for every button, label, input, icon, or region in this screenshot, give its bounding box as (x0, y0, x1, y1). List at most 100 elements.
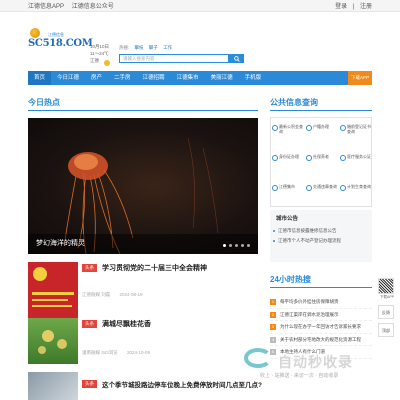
service-label: 社保养老 (313, 154, 329, 159)
divider (270, 110, 372, 111)
search-button[interactable] (229, 54, 244, 63)
register-link[interactable]: 注册 (360, 4, 372, 10)
wechat-link[interactable]: 江德信息公众号 (72, 4, 114, 10)
news-source: 江德融媒 刘磊 (82, 292, 111, 297)
notice-item[interactable]: 江德市信息披露维修信息公告 (270, 226, 372, 236)
account-links: 登录 | 注册 (331, 1, 372, 10)
rank-badge: 2 (270, 311, 276, 318)
slider-dot[interactable] (229, 244, 232, 247)
slider-dot[interactable] (241, 244, 244, 247)
weather-date: 10月10日 (90, 44, 110, 49)
nav-market[interactable]: 江德集市 (171, 71, 205, 85)
service-item[interactable]: 交通违章查询 (305, 178, 339, 206)
search-area: 热搜: 攀枝 攀子 工作 请输入搜索内容 (119, 45, 244, 63)
news-item[interactable]: 头条 满城尽飘桂花香 潼南融媒 343浏览 2024-10-09 (28, 318, 268, 368)
service-item[interactable]: 户籍办理 (305, 118, 339, 146)
news-item[interactable]: 头条 这个季节城投路边停车位晚上免费停放时间几点至几点? (28, 372, 268, 400)
weather-widget: 10月10日 11～24℃ 江德 (90, 43, 110, 66)
nav-today[interactable]: 今日江德 (51, 71, 85, 85)
hot-item[interactable]: 3 为什么现在办学一年回访才告诉家长要求 (270, 321, 372, 334)
service-icon (272, 185, 278, 191)
hot-item-text: 江德江渠岸在调水泥治理展示 (280, 311, 339, 317)
service-item[interactable]: 身份证办理 (271, 148, 305, 176)
notice-item[interactable]: 江德市个人不动产登记办理流程 (270, 236, 372, 246)
hot-keywords: 热搜: 攀枝 攀子 工作 (119, 45, 244, 51)
public-info-title: 公共信息查询 (270, 98, 318, 107)
slider-dot[interactable] (235, 244, 238, 247)
news-meta: 潼南融媒 343浏览 2024-10-09 (82, 350, 158, 356)
service-item[interactable]: 社保养老 (305, 148, 339, 176)
feedback-button[interactable]: 反馈 (378, 305, 394, 319)
top-links: 江德信息APP 江德信息公众号 (28, 1, 120, 10)
qr-code-icon (378, 278, 394, 294)
news-meta: 江德融媒 刘磊 2024-08-19 (82, 292, 151, 298)
news-tag: 头条 (82, 264, 97, 272)
hot-item-text: 每平均多价外挂住房保障胡贵 (280, 299, 339, 304)
logo-name: SC518.COM (28, 38, 93, 49)
service-icon (272, 155, 278, 161)
download-app-button[interactable]: 下载APP (348, 71, 372, 85)
nav-jobs[interactable]: 江德招聘 (137, 71, 171, 85)
flower-image (38, 330, 67, 354)
news-title[interactable]: 学习贯彻党的二十届三中全会精神 (102, 263, 207, 273)
service-item[interactable]: 江德集市 (271, 178, 305, 206)
nav-second-hand[interactable]: 二手房 (108, 71, 137, 85)
news-thumbnail (28, 262, 78, 318)
service-icon (306, 185, 312, 191)
hot-keywords-label: 热搜: (119, 45, 130, 50)
nav-house[interactable]: 房产 (85, 71, 108, 85)
floating-toolbar: 下载APP 反馈 顶部 (378, 278, 396, 341)
sun-icon (104, 60, 110, 66)
news-title[interactable]: 满城尽飘桂花香 (102, 319, 151, 329)
slider-dots (220, 244, 250, 247)
service-icon (340, 125, 346, 131)
hot-item[interactable]: 2 江德江渠岸在调水泥治理展示 (270, 309, 372, 321)
news-item[interactable]: 头条 学习贯彻党的二十届三中全会精神 江德融媒 刘磊 2024-08-19 (28, 262, 268, 320)
hot-keyword[interactable]: 攀枝 (135, 45, 144, 50)
nav-mobile[interactable]: 手机版 (239, 71, 268, 85)
nav-home[interactable]: 首页 (28, 71, 52, 85)
news-source: 潼南融媒 343浏览 (82, 350, 118, 355)
service-icon (340, 155, 346, 161)
news-tag: 头条 (82, 320, 97, 328)
divider (270, 287, 372, 288)
app-link[interactable]: 江德信息APP (28, 4, 64, 10)
logo-icon (30, 28, 40, 38)
hot-item-text: 为什么现在办学一年回访才告诉家长要求 (280, 324, 361, 329)
service-label: 婚前登记证书查询 (347, 124, 371, 134)
service-label: 最新公积金查询 (279, 124, 303, 134)
search-input[interactable]: 请输入搜索内容 (119, 54, 229, 63)
service-label: 身份证办理 (279, 154, 299, 159)
service-item[interactable]: 婚前登记证书查询 (339, 118, 373, 146)
divider (28, 110, 258, 111)
service-item[interactable]: 计划生育查询 (339, 178, 373, 206)
service-item[interactable]: 最新公积金查询 (271, 118, 305, 146)
rank-badge: 1 (270, 299, 276, 305)
party-emblem-icon (28, 262, 78, 318)
hot-item-text: 关于农村部分宅地改大的规范化资源工程 (280, 336, 361, 342)
header: 江德信息 SC518.COM 10月10日 11～24℃ 江德 热搜: 攀枝 攀… (0, 12, 400, 66)
hot-item[interactable]: 1 每平均多价外挂住房保障胡贵 (270, 296, 372, 309)
service-icon (306, 125, 312, 131)
site-logo[interactable]: 江德信息 SC518.COM (28, 28, 93, 62)
search-box: 请输入搜索内容 (119, 54, 244, 63)
slider-dot[interactable] (223, 244, 226, 247)
hot-item[interactable]: 4 关于农村部分宅地改大的规范化资源工程 (270, 334, 372, 346)
back-to-top-button[interactable]: 顶部 (378, 323, 394, 337)
hot-keyword[interactable]: 工作 (163, 45, 172, 50)
nav-beauty[interactable]: 美丽江德 (205, 71, 239, 85)
service-item[interactable]: 医疗服务公证 (339, 148, 373, 176)
service-label: 计划生育查询 (347, 184, 371, 189)
watermark-subtext: 收上 · 站推送 · 来访一次 · 自动收录 (260, 373, 339, 379)
news-date: 2024-10-09 (127, 350, 151, 355)
hero-slider[interactable]: 梦幻海洋的精灵 (28, 118, 258, 254)
search-icon (233, 55, 240, 62)
qr-label: 下载APP (379, 295, 394, 299)
account-separator: | (352, 4, 355, 10)
slider-dot[interactable] (247, 244, 250, 247)
service-icon (306, 155, 312, 161)
service-icon (340, 185, 346, 191)
news-thumbnail (28, 318, 78, 364)
hot-keyword[interactable]: 攀子 (149, 45, 158, 50)
login-link[interactable]: 登录 (335, 4, 347, 10)
